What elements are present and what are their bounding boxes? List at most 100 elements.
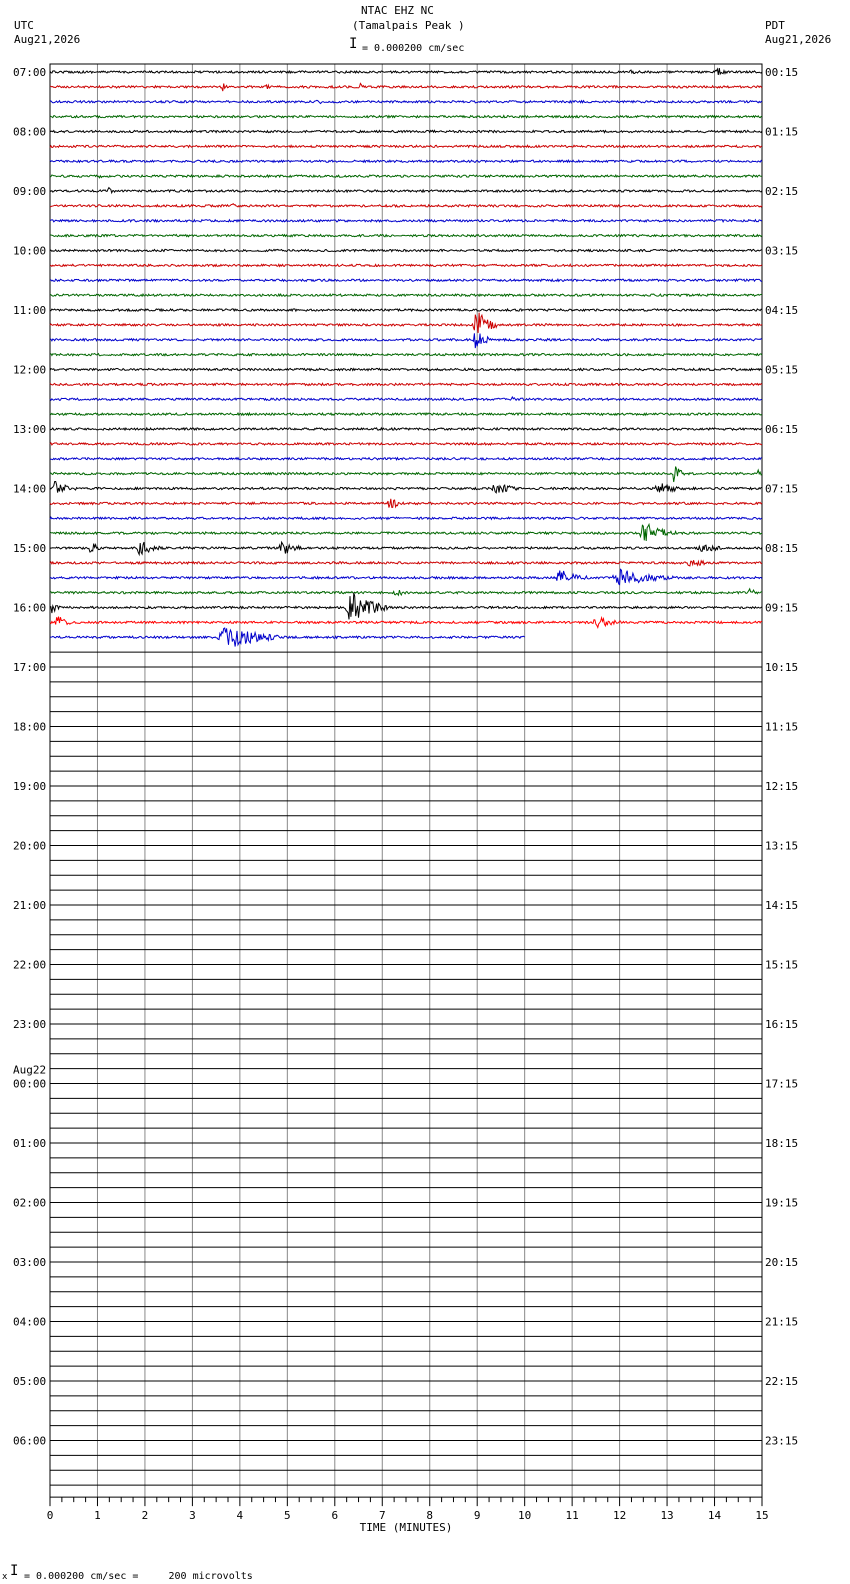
utc-hour-label: 20:00 (13, 840, 46, 853)
x-tick-label: 5 (284, 1509, 291, 1522)
x-tick-label: 2 (142, 1509, 149, 1522)
seismic-trace (49, 174, 762, 179)
pdt-hour-label: 01:15 (765, 126, 798, 139)
pdt-hour-label: 00:15 (765, 66, 798, 79)
site-name: (Tamalpais Peak ) (352, 19, 465, 32)
utc-hour-label: 15:00 (13, 542, 46, 555)
seismic-trace (49, 426, 762, 432)
pdt-hour-label: 08:15 (765, 542, 798, 555)
seismic-trace (49, 498, 763, 509)
utc-hour-label: 17:00 (13, 661, 46, 674)
seismic-trace (49, 367, 763, 372)
seismic-trace (49, 333, 763, 349)
grid (49, 63, 763, 1498)
utc-hour-label: 08:00 (13, 126, 46, 139)
x-tick-label: 1 (94, 1509, 101, 1522)
seismic-trace (49, 441, 763, 447)
seismic-trace (49, 292, 763, 298)
pdt-hour-label: 18:15 (765, 1137, 798, 1150)
x-tick-label: 14 (708, 1509, 722, 1522)
x-tick-label: 10 (518, 1509, 531, 1522)
utc-hour-label: 13:00 (13, 423, 46, 436)
utc-hour-label: 02:00 (13, 1197, 46, 1210)
pdt-hour-label: 23:15 (765, 1435, 798, 1448)
x-axis: 0 1 2 3 4 5 6 7 8 9 10 11 12 13 14 15TIME (MINUTES) (47, 1497, 769, 1534)
pdt-hour-label: 02:15 (765, 185, 798, 198)
x-axis-label: TIME (MINUTES) (360, 1521, 453, 1534)
utc-hour-label: 01:00 (13, 1137, 46, 1150)
pdt-hour-label: 14:15 (765, 899, 798, 912)
pdt-hour-label: 10:15 (765, 661, 798, 674)
scale-bar-icon: I (349, 36, 358, 52)
pdt-hour-label: 15:15 (765, 959, 798, 972)
utc-hour-label: 03:00 (13, 1256, 46, 1269)
x-tick-label: 6 (331, 1509, 338, 1522)
utc-hour-labels: 07:00 08:00 09:00 10:00 11:00 12:00 13:00 14:00… (13, 66, 46, 1448)
footer-scale-text: = 0.000200 cm/sec = 200 microvolts (24, 1571, 253, 1582)
utc-hour-label: 14:00 (13, 483, 46, 496)
plot-frame (49, 63, 763, 1498)
utc-hour-label: 07:00 (13, 66, 46, 79)
pdt-hour-label: 13:15 (765, 840, 798, 853)
utc-hour-label: 19:00 (13, 780, 46, 793)
footer-scale-marker-icon: x (2, 1572, 8, 1582)
seismic-trace (49, 312, 763, 333)
x-tick-label: 4 (237, 1509, 244, 1522)
x-tick-label: 3 (189, 1509, 196, 1522)
seismic-trace (49, 307, 763, 313)
seismic-trace (49, 129, 763, 134)
seismic-trace (49, 352, 763, 357)
x-tick-label: 12 (613, 1509, 626, 1522)
utc-hour-label: 18:00 (13, 721, 46, 734)
seismic-trace (49, 82, 763, 92)
seismic-trace (49, 568, 763, 586)
right-date: Aug21,2026 (765, 33, 832, 46)
seismic-trace (49, 481, 763, 494)
seismic-trace (49, 67, 763, 76)
seismic-trace (49, 466, 763, 483)
seismic-trace (49, 516, 763, 521)
scale-label: = 0.000200 cm/sec (362, 43, 465, 54)
seismic-trace (49, 559, 763, 567)
seismic-trace (49, 615, 763, 630)
x-tick-label: 13 (660, 1509, 673, 1522)
seismogram-plot: 07:00 08:00 09:00 10:00 11:00 12:00 13:00 14:00… (13, 63, 798, 1534)
pdt-hour-label: 19:15 (765, 1197, 798, 1210)
pdt-hour-label: 22:15 (765, 1375, 798, 1388)
utc-hour-label: 06:00 (13, 1435, 46, 1448)
station-title: NTAC EHZ NC (361, 4, 434, 17)
seismic-trace (49, 587, 763, 597)
pdt-hour-label: 17:15 (765, 1078, 798, 1091)
seismic-trace (49, 99, 763, 105)
seismic-trace (49, 114, 763, 119)
pdt-hour-label: 04:15 (765, 304, 798, 317)
pdt-hour-label: 11:15 (765, 721, 798, 734)
utc-hour-label: 16:00 (13, 602, 46, 615)
pdt-hour-label: 21:15 (765, 1316, 798, 1329)
seismic-trace (49, 540, 763, 557)
pdt-hour-label: 05:15 (765, 364, 798, 377)
utc-hour-label: 12:00 (13, 364, 46, 377)
footer-scale-bar-icon: I (10, 1563, 19, 1579)
pdt-hour-labels: 00:15 01:15 02:15 03:15 04:15 05:15 06:15 07:15… (765, 66, 798, 1448)
seismic-trace (49, 395, 763, 402)
right-timezone: PDT (765, 19, 785, 32)
pdt-hour-label: 07:15 (765, 483, 798, 496)
pdt-hour-label: 12:15 (765, 780, 798, 793)
seismic-trace (49, 248, 763, 253)
utc-hour-label: 22:00 (13, 959, 46, 972)
left-timezone: UTC (14, 19, 34, 32)
utc-hour-label: 11:00 (13, 304, 46, 317)
date-change-label: Aug22 (13, 1064, 46, 1077)
utc-hour-label: 05:00 (13, 1375, 46, 1388)
utc-hour-label: 00:00 (13, 1078, 46, 1091)
x-tick-label: 9 (474, 1509, 481, 1522)
seismic-trace (49, 592, 763, 620)
seismic-trace (49, 382, 763, 387)
seismic-trace (49, 411, 763, 417)
pdt-hour-label: 09:15 (765, 602, 798, 615)
x-tick-label: 0 (47, 1509, 54, 1522)
traces (49, 67, 763, 1486)
utc-hour-label: 04:00 (13, 1316, 46, 1329)
seismic-trace (49, 144, 763, 149)
